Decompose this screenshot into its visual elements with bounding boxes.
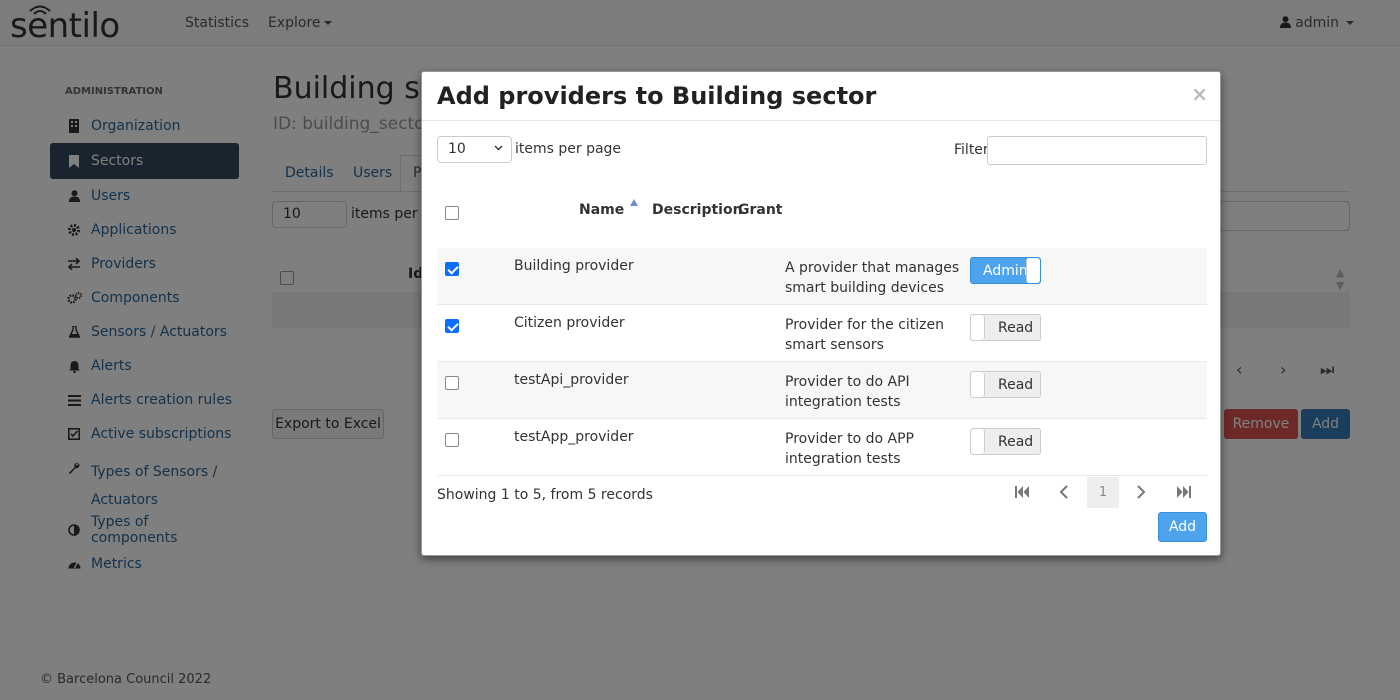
records-summary: Showing 1 to 5, from 5 records (437, 487, 653, 503)
close-icon[interactable]: × (1191, 82, 1208, 106)
grant-toggle[interactable]: Read (970, 314, 1041, 341)
column-description[interactable]: Description (652, 202, 743, 218)
items-per-page-select[interactable]: 10 (437, 136, 512, 163)
sort-asc-icon (630, 199, 638, 206)
grant-toggle[interactable]: Read (970, 371, 1041, 398)
grant-toggle[interactable]: Read (970, 428, 1041, 455)
table-row: Citizen provider Provider for the citize… (437, 305, 1207, 362)
first-page-icon[interactable] (1014, 485, 1030, 499)
select-all-checkbox[interactable] (445, 206, 459, 220)
modal-add-button[interactable]: Add (1158, 512, 1207, 542)
page-number[interactable]: 1 (1087, 477, 1119, 508)
filter-input[interactable] (987, 136, 1207, 165)
row-checkbox[interactable] (445, 433, 459, 447)
row-checkbox[interactable] (445, 319, 459, 333)
provider-name: testApi_provider (514, 372, 629, 388)
table-row: testApp_provider Provider to do APP inte… (437, 419, 1207, 476)
next-page-icon[interactable] (1136, 485, 1146, 499)
modal-title: Add providers to Building sector (437, 82, 877, 110)
grant-label: Read (998, 434, 1034, 450)
provider-name: testApp_provider (514, 429, 634, 445)
column-name[interactable]: Name (579, 202, 624, 218)
grant-toggle[interactable]: Admin (970, 257, 1041, 284)
toggle-knob (971, 429, 985, 454)
table-row: testApi_provider Provider to do API inte… (437, 362, 1207, 419)
prev-page-icon[interactable] (1059, 485, 1069, 499)
add-providers-modal: Add providers to Building sector × 10 it… (421, 71, 1221, 556)
provider-description: Provider for the citizen smart sensors (785, 317, 945, 353)
select-value: 10 (448, 141, 466, 157)
toggle-knob (971, 315, 985, 340)
grant-label: Read (998, 377, 1034, 393)
items-per-page-label: items per page (515, 141, 622, 157)
row-checkbox[interactable] (445, 262, 459, 276)
toggle-knob (1026, 258, 1040, 283)
chevron-down-icon (494, 145, 503, 151)
grant-label: Read (998, 320, 1034, 336)
last-page-icon[interactable] (1176, 485, 1192, 499)
row-checkbox[interactable] (445, 376, 459, 390)
provider-description: Provider to do API integration tests (785, 374, 910, 410)
toggle-knob (971, 372, 985, 397)
column-grant[interactable]: Grant (738, 202, 783, 218)
provider-description: A provider that manages smart building d… (785, 260, 960, 296)
filter-label: Filter (954, 142, 989, 158)
provider-name: Citizen provider (514, 315, 625, 331)
provider-name: Building provider (514, 258, 634, 274)
modal-divider (422, 120, 1220, 121)
grant-label: Admin (983, 263, 1028, 279)
provider-description: Provider to do APP integration tests (785, 431, 914, 467)
table-row: Building provider A provider that manage… (437, 248, 1207, 305)
